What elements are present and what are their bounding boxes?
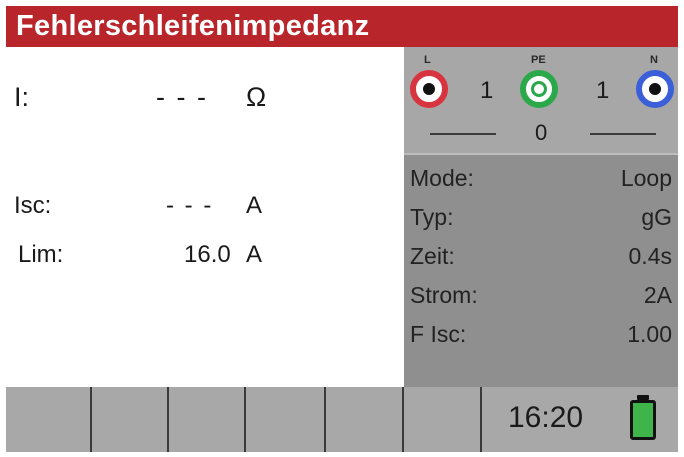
terminal-n-label: N xyxy=(650,54,658,66)
terminal-l-label: L xyxy=(424,54,431,66)
softkey-bar: 16:20 xyxy=(6,387,678,452)
setting-value: 1.00 xyxy=(627,321,672,347)
impedance-unit: Ω xyxy=(246,82,267,112)
bracket-right xyxy=(590,133,656,135)
measurement-area: I: - - - Ω Isc: - - - A Lim: 16.0 A xyxy=(6,47,404,387)
setting-value: gG xyxy=(641,204,672,230)
lim-label: Lim: xyxy=(18,241,64,268)
setting-row-f-isc: F Isc: 1.00 xyxy=(410,319,672,349)
isc-label: Isc: xyxy=(14,192,52,219)
softkey-3[interactable] xyxy=(169,387,246,452)
softkey-4[interactable] xyxy=(246,387,326,452)
setting-row-zeit: Zeit: 0.4s xyxy=(410,241,672,271)
lim-unit: A xyxy=(246,241,263,268)
pe-n-voltage: 1 xyxy=(596,77,610,104)
terminal-status-panel: L PE N 1 1 0 xyxy=(404,47,678,153)
bracket-left xyxy=(430,133,496,135)
setting-value: Loop xyxy=(620,165,672,191)
softkey-2[interactable] xyxy=(92,387,169,452)
terminal-pe-label: PE xyxy=(531,54,546,66)
battery-icon xyxy=(630,400,656,440)
setting-label: Mode: xyxy=(410,165,474,191)
softkey-5[interactable] xyxy=(326,387,404,452)
screen-title: Fehlerschleifenimpedanz xyxy=(16,10,370,42)
title-bar: Fehlerschleifenimpedanz xyxy=(6,6,678,47)
softkey-6[interactable] xyxy=(404,387,482,452)
setting-value: 2A xyxy=(643,282,672,308)
lim-value: 16.0 xyxy=(184,241,231,268)
l-n-voltage: 0 xyxy=(535,120,548,145)
setting-value: 0.4s xyxy=(628,243,672,269)
setting-label: Strom: xyxy=(410,282,478,308)
terminal-pe-icon xyxy=(520,70,558,108)
setting-label: Zeit: xyxy=(410,243,455,269)
setting-row-mode: Mode: Loop xyxy=(410,163,672,193)
setting-label: F Isc: xyxy=(410,321,467,347)
instrument-screen: Fehlerschleifenimpedanz I: - - - Ω Isc: … xyxy=(6,6,678,452)
setting-label: Typ: xyxy=(410,204,454,230)
softkey-1[interactable] xyxy=(6,387,92,452)
clock: 16:20 xyxy=(508,401,584,434)
isc-unit: A xyxy=(246,192,263,219)
impedance-label: I: xyxy=(14,82,30,112)
terminal-n-icon xyxy=(636,70,674,108)
l-pe-voltage: 1 xyxy=(480,77,494,104)
settings-panel: Mode: Loop Typ: gG Zeit: 0.4s Strom: 2A … xyxy=(404,153,678,387)
setting-row-strom: Strom: 2A xyxy=(410,280,672,310)
impedance-value: - - - xyxy=(156,82,208,112)
setting-row-typ: Typ: gG xyxy=(410,202,672,232)
isc-value: - - - xyxy=(166,192,214,219)
terminal-l-icon xyxy=(410,70,448,108)
